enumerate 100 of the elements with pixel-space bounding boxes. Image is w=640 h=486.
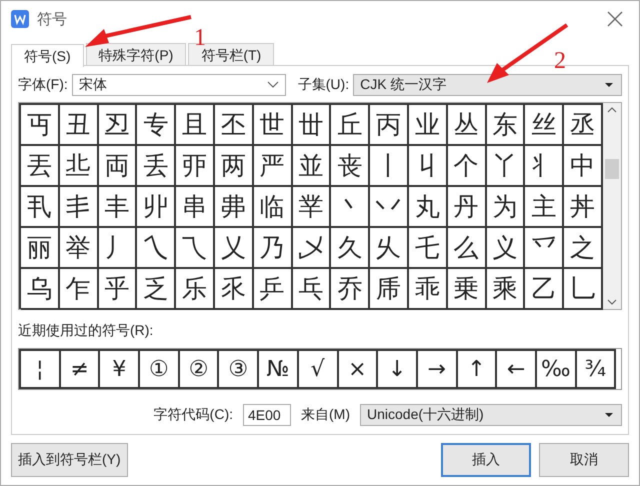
character-cell[interactable]: 严: [254, 146, 293, 187]
character-cell[interactable]: 乂: [214, 228, 254, 269]
character-cell[interactable]: 业: [408, 105, 448, 146]
character-cell[interactable]: 乆: [370, 228, 409, 269]
symbol-cell[interactable]: ↑: [458, 351, 498, 387]
character-cell[interactable]: 丩: [408, 146, 448, 187]
character-cell[interactable]: 丏: [21, 105, 60, 146]
character-cell[interactable]: 丗: [292, 105, 332, 146]
character-cell[interactable]: 乇: [408, 228, 448, 269]
character-cell[interactable]: 丫: [486, 146, 526, 187]
character-cell[interactable]: 丣: [176, 146, 215, 187]
character-cell[interactable]: 丸: [408, 187, 448, 228]
character-cell[interactable]: 且: [176, 105, 215, 146]
character-cell[interactable]: 乌: [21, 269, 60, 310]
character-cell[interactable]: 专: [137, 105, 176, 146]
font-dropdown[interactable]: 宋体: [72, 74, 286, 96]
symbol-cell[interactable]: ‰: [536, 351, 577, 387]
character-cell[interactable]: 主: [525, 187, 564, 228]
symbol-cell[interactable]: ①: [140, 351, 180, 387]
close-icon[interactable]: [607, 11, 623, 27]
symbol-cell[interactable]: ×: [338, 351, 378, 387]
tab[interactable]: 符号(S): [11, 44, 84, 67]
character-cell[interactable]: 丬: [525, 146, 564, 187]
character-cell[interactable]: 乑: [214, 269, 254, 310]
character-cell[interactable]: 乓: [292, 269, 332, 310]
character-cell[interactable]: 丶: [331, 187, 370, 228]
character-cell[interactable]: 临: [254, 187, 293, 228]
character-cell[interactable]: 両: [98, 146, 138, 187]
character-cell[interactable]: 乁: [176, 228, 215, 269]
character-cell[interactable]: 丰: [98, 187, 138, 228]
character-cell[interactable]: 丢: [137, 146, 176, 187]
character-cell[interactable]: 丯: [60, 187, 99, 228]
character-cell[interactable]: 举: [60, 228, 99, 269]
character-cell[interactable]: 乐: [176, 269, 215, 310]
source-label: 来自(M): [301, 406, 350, 424]
character-cell[interactable]: 乃: [254, 228, 293, 269]
character-cell[interactable]: 丟: [21, 146, 60, 187]
char-code-field[interactable]: 4E00: [243, 404, 291, 426]
scrollbar[interactable]: [603, 103, 621, 309]
character-cell[interactable]: 並: [292, 146, 332, 187]
symbol-cell[interactable]: →: [418, 351, 458, 387]
symbol-cell[interactable]: ↓: [378, 351, 418, 387]
character-cell[interactable]: 为: [486, 187, 526, 228]
character-cell[interactable]: 丮: [21, 187, 60, 228]
symbol-cell[interactable]: ¥: [100, 351, 140, 387]
character-cell[interactable]: 乔: [331, 269, 370, 310]
character-cell[interactable]: 乎: [98, 269, 138, 310]
character-cell[interactable]: 丨: [370, 146, 409, 187]
symbol-cell[interactable]: ③: [219, 351, 260, 387]
scrollbar-thumb[interactable]: [605, 159, 619, 179]
character-cell[interactable]: 乒: [254, 269, 293, 310]
symbol-cell[interactable]: √: [298, 351, 338, 387]
character-cell[interactable]: 丳: [214, 187, 254, 228]
character-cell[interactable]: 丵: [292, 187, 332, 228]
scroll-down-icon[interactable]: [607, 299, 617, 305]
character-cell[interactable]: 么: [448, 228, 487, 269]
character-cell[interactable]: 丽: [21, 228, 60, 269]
symbol-cell[interactable]: ≠: [60, 351, 100, 387]
character-cell[interactable]: 丹: [448, 187, 487, 228]
character-cell[interactable]: 义: [486, 228, 526, 269]
character-cell[interactable]: 两: [214, 146, 254, 187]
character-cell[interactable]: 丕: [214, 105, 254, 146]
character-cell[interactable]: 丧: [331, 146, 370, 187]
character-cell[interactable]: 丠: [60, 146, 99, 187]
character-cell[interactable]: 丱: [137, 187, 176, 228]
character-cell[interactable]: 乙: [525, 269, 564, 310]
character-cell[interactable]: 丒: [98, 105, 138, 146]
character-cell[interactable]: 丛: [448, 105, 487, 146]
symbol-cell[interactable]: ¾: [576, 351, 616, 387]
character-cell[interactable]: 丝: [525, 105, 564, 146]
symbol-cell[interactable]: ←: [497, 351, 537, 387]
character-cell[interactable]: 东: [486, 105, 526, 146]
scroll-up-icon[interactable]: [607, 107, 617, 113]
dialog-button[interactable]: 取消: [539, 443, 629, 477]
symbol-cell[interactable]: №: [259, 351, 299, 387]
dialog-button[interactable]: 插入到符号栏(Y): [11, 443, 128, 477]
character-cell[interactable]: 乄: [292, 228, 332, 269]
character-cell[interactable]: 乊: [525, 228, 564, 269]
character-cell[interactable]: 丷: [370, 187, 409, 228]
subset-dropdown[interactable]: CJK 统一汉字: [353, 74, 622, 96]
source-dropdown[interactable]: Unicode(十六进制): [360, 404, 622, 426]
character-cell[interactable]: 丘: [331, 105, 370, 146]
character-cell[interactable]: 乖: [408, 269, 448, 310]
dialog-button[interactable]: 插入: [441, 443, 531, 477]
character-cell[interactable]: 乍: [60, 269, 99, 310]
tab[interactable]: 特殊字符(P): [86, 43, 186, 65]
character-cell[interactable]: 丙: [370, 105, 409, 146]
character-cell[interactable]: 乘: [486, 269, 526, 310]
character-cell[interactable]: 个: [448, 146, 487, 187]
character-cell[interactable]: 乕: [370, 269, 409, 310]
character-cell[interactable]: 乏: [137, 269, 176, 310]
character-cell[interactable]: 世: [254, 105, 293, 146]
character-cell[interactable]: 丑: [60, 105, 99, 146]
character-cell[interactable]: 久: [331, 228, 370, 269]
character-cell[interactable]: 串: [176, 187, 215, 228]
symbol-cell[interactable]: ②: [180, 351, 220, 387]
symbol-cell[interactable]: ¦: [21, 351, 61, 387]
character-cell[interactable]: 丿: [98, 228, 138, 269]
character-cell[interactable]: 乗: [448, 269, 487, 310]
character-cell[interactable]: 乀: [137, 228, 176, 269]
